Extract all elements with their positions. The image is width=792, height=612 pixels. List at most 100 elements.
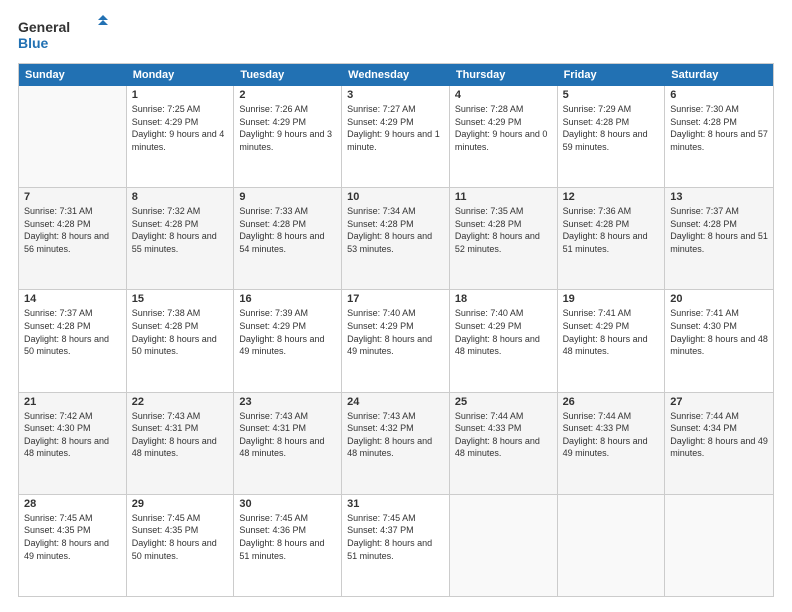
svg-text:General: General [18, 19, 70, 35]
cell-date-number: 14 [24, 293, 121, 305]
calendar-cell: 26 Sunrise: 7:44 AM Sunset: 4:33 PM Dayli… [558, 393, 666, 494]
cell-info: Sunrise: 7:45 AM Sunset: 4:35 PM Dayligh… [24, 512, 121, 562]
cell-info: Sunrise: 7:35 AM Sunset: 4:28 PM Dayligh… [455, 205, 552, 255]
cell-info: Sunrise: 7:44 AM Sunset: 4:34 PM Dayligh… [670, 410, 768, 460]
cell-info: Sunrise: 7:31 AM Sunset: 4:28 PM Dayligh… [24, 205, 121, 255]
cell-info: Sunrise: 7:44 AM Sunset: 4:33 PM Dayligh… [455, 410, 552, 460]
calendar-cell: 12 Sunrise: 7:36 AM Sunset: 4:28 PM Dayli… [558, 188, 666, 289]
cell-date-number: 8 [132, 191, 229, 203]
calendar-cell: 17 Sunrise: 7:40 AM Sunset: 4:29 PM Dayli… [342, 290, 450, 391]
calendar-cell: 14 Sunrise: 7:37 AM Sunset: 4:28 PM Dayli… [19, 290, 127, 391]
cell-date-number: 24 [347, 396, 444, 408]
calendar-cell [665, 495, 773, 596]
cell-info: Sunrise: 7:42 AM Sunset: 4:30 PM Dayligh… [24, 410, 121, 460]
calendar-cell: 29 Sunrise: 7:45 AM Sunset: 4:35 PM Dayli… [127, 495, 235, 596]
cell-info: Sunrise: 7:28 AM Sunset: 4:29 PM Dayligh… [455, 103, 552, 153]
cell-info: Sunrise: 7:37 AM Sunset: 4:28 PM Dayligh… [24, 307, 121, 357]
cell-date-number: 28 [24, 498, 121, 510]
calendar-cell: 5 Sunrise: 7:29 AM Sunset: 4:28 PM Daylig… [558, 86, 666, 187]
calendar-cell: 2 Sunrise: 7:26 AM Sunset: 4:29 PM Daylig… [234, 86, 342, 187]
cell-date-number: 18 [455, 293, 552, 305]
calendar-cell: 1Sunrise: 7:25 AM Sunset: 4:29 PM Daylig… [127, 86, 235, 187]
cell-info: Sunrise: 7:40 AM Sunset: 4:29 PM Dayligh… [347, 307, 444, 357]
calendar-header: SundayMondayTuesdayWednesdayThursdayFrid… [19, 64, 773, 86]
cell-date-number: 11 [455, 191, 552, 203]
calendar-cell: 7 Sunrise: 7:31 AM Sunset: 4:28 PM Daylig… [19, 188, 127, 289]
calendar-cell: 28 Sunrise: 7:45 AM Sunset: 4:35 PM Dayli… [19, 495, 127, 596]
cell-date-number: 3 [347, 89, 444, 101]
day-header-wednesday: Wednesday [342, 64, 450, 86]
calendar-cell: 16 Sunrise: 7:39 AM Sunset: 4:29 PM Dayli… [234, 290, 342, 391]
calendar-cell: 23 Sunrise: 7:43 AM Sunset: 4:31 PM Dayli… [234, 393, 342, 494]
calendar-cell: 4 Sunrise: 7:28 AM Sunset: 4:29 PM Daylig… [450, 86, 558, 187]
cell-info: Sunrise: 7:29 AM Sunset: 4:28 PM Dayligh… [563, 103, 660, 153]
cell-info: Sunrise: 7:43 AM Sunset: 4:31 PM Dayligh… [132, 410, 229, 460]
calendar-cell: 8 Sunrise: 7:32 AM Sunset: 4:28 PM Daylig… [127, 188, 235, 289]
cell-info: Sunrise: 7:34 AM Sunset: 4:28 PM Dayligh… [347, 205, 444, 255]
calendar-cell: 6Sunrise: 7:30 AM Sunset: 4:28 PM Daylig… [665, 86, 773, 187]
calendar-cell: 31Sunrise: 7:45 AM Sunset: 4:37 PM Dayli… [342, 495, 450, 596]
cell-info: Sunrise: 7:30 AM Sunset: 4:28 PM Dayligh… [670, 103, 768, 153]
calendar-cell: 30 Sunrise: 7:45 AM Sunset: 4:36 PM Dayli… [234, 495, 342, 596]
logo-svg: General Blue [18, 15, 108, 53]
cell-date-number: 27 [670, 396, 768, 408]
cell-date-number: 29 [132, 498, 229, 510]
cell-date-number: 10 [347, 191, 444, 203]
calendar-week-5: 28 Sunrise: 7:45 AM Sunset: 4:35 PM Dayli… [19, 495, 773, 596]
cell-info: Sunrise: 7:43 AM Sunset: 4:31 PM Dayligh… [239, 410, 336, 460]
calendar-cell [450, 495, 558, 596]
cell-info: Sunrise: 7:26 AM Sunset: 4:29 PM Dayligh… [239, 103, 336, 153]
day-header-saturday: Saturday [665, 64, 773, 86]
calendar-cell: 15 Sunrise: 7:38 AM Sunset: 4:28 PM Dayli… [127, 290, 235, 391]
cell-info: Sunrise: 7:43 AM Sunset: 4:32 PM Dayligh… [347, 410, 444, 460]
calendar-cell: 27 Sunrise: 7:44 AM Sunset: 4:34 PM Dayli… [665, 393, 773, 494]
calendar-cell: 11 Sunrise: 7:35 AM Sunset: 4:28 PM Dayli… [450, 188, 558, 289]
calendar-week-3: 14 Sunrise: 7:37 AM Sunset: 4:28 PM Dayli… [19, 290, 773, 392]
cell-date-number: 30 [239, 498, 336, 510]
cell-info: Sunrise: 7:27 AM Sunset: 4:29 PM Dayligh… [347, 103, 444, 153]
cell-info: Sunrise: 7:45 AM Sunset: 4:35 PM Dayligh… [132, 512, 229, 562]
cell-info: Sunrise: 7:36 AM Sunset: 4:28 PM Dayligh… [563, 205, 660, 255]
cell-date-number: 4 [455, 89, 552, 101]
page: General Blue SundayMondayTuesdayWednesda… [0, 0, 792, 612]
cell-info: Sunrise: 7:33 AM Sunset: 4:28 PM Dayligh… [239, 205, 336, 255]
cell-info: Sunrise: 7:45 AM Sunset: 4:36 PM Dayligh… [239, 512, 336, 562]
calendar-cell: 21Sunrise: 7:42 AM Sunset: 4:30 PM Dayli… [19, 393, 127, 494]
calendar-cell: 9 Sunrise: 7:33 AM Sunset: 4:28 PM Daylig… [234, 188, 342, 289]
calendar-cell: 3 Sunrise: 7:27 AM Sunset: 4:29 PM Daylig… [342, 86, 450, 187]
svg-text:Blue: Blue [18, 35, 49, 51]
cell-date-number: 31 [347, 498, 444, 510]
day-header-thursday: Thursday [450, 64, 558, 86]
calendar-cell [19, 86, 127, 187]
cell-date-number: 20 [670, 293, 768, 305]
day-header-friday: Friday [558, 64, 666, 86]
calendar-week-2: 7 Sunrise: 7:31 AM Sunset: 4:28 PM Daylig… [19, 188, 773, 290]
cell-date-number: 22 [132, 396, 229, 408]
cell-date-number: 26 [563, 396, 660, 408]
calendar-cell: 10 Sunrise: 7:34 AM Sunset: 4:28 PM Dayli… [342, 188, 450, 289]
cell-info: Sunrise: 7:41 AM Sunset: 4:30 PM Dayligh… [670, 307, 768, 357]
cell-date-number: 2 [239, 89, 336, 101]
cell-date-number: 7 [24, 191, 121, 203]
cell-info: Sunrise: 7:39 AM Sunset: 4:29 PM Dayligh… [239, 307, 336, 357]
cell-date-number: 9 [239, 191, 336, 203]
cell-date-number: 17 [347, 293, 444, 305]
cell-date-number: 23 [239, 396, 336, 408]
day-header-sunday: Sunday [19, 64, 127, 86]
cell-date-number: 15 [132, 293, 229, 305]
calendar-week-4: 21Sunrise: 7:42 AM Sunset: 4:30 PM Dayli… [19, 393, 773, 495]
calendar-cell: 25Sunrise: 7:44 AM Sunset: 4:33 PM Dayli… [450, 393, 558, 494]
cell-info: Sunrise: 7:32 AM Sunset: 4:28 PM Dayligh… [132, 205, 229, 255]
cell-info: Sunrise: 7:44 AM Sunset: 4:33 PM Dayligh… [563, 410, 660, 460]
calendar-body: 1Sunrise: 7:25 AM Sunset: 4:29 PM Daylig… [19, 86, 773, 596]
cell-date-number: 5 [563, 89, 660, 101]
cell-info: Sunrise: 7:38 AM Sunset: 4:28 PM Dayligh… [132, 307, 229, 357]
cell-date-number: 12 [563, 191, 660, 203]
cell-date-number: 19 [563, 293, 660, 305]
cell-info: Sunrise: 7:37 AM Sunset: 4:28 PM Dayligh… [670, 205, 768, 255]
cell-date-number: 1 [132, 89, 229, 101]
header: General Blue [18, 15, 774, 53]
cell-date-number: 16 [239, 293, 336, 305]
calendar-cell [558, 495, 666, 596]
cell-info: Sunrise: 7:41 AM Sunset: 4:29 PM Dayligh… [563, 307, 660, 357]
